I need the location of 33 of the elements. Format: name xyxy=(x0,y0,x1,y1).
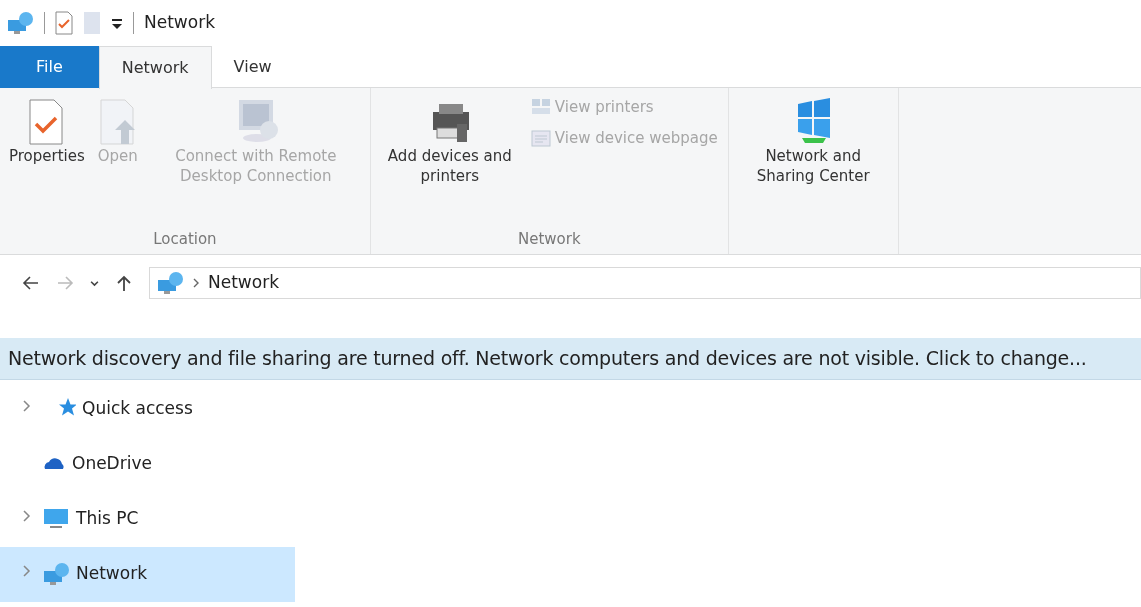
network-icon xyxy=(156,269,184,296)
expand-chevron-icon[interactable] xyxy=(22,399,32,414)
ribbon-button[interactable]: Network and Sharing Center xyxy=(734,94,892,191)
webpage-icon xyxy=(530,128,551,147)
window-title: Network xyxy=(144,11,215,35)
nav-pane-item[interactable]: Quick access xyxy=(0,381,295,437)
customize-dropdown-icon[interactable] xyxy=(111,16,123,30)
address-bar[interactable]: Network xyxy=(149,266,1141,299)
info-bar[interactable]: Network discovery and file sharing are turned off. Network computers and devices are not visible. Click to change... xyxy=(0,338,1141,380)
ribbon-button[interactable]: Properties xyxy=(6,94,88,171)
group-label: Network xyxy=(516,228,582,250)
chevron-down-icon xyxy=(90,280,99,287)
network-icon[interactable] xyxy=(6,10,34,36)
expand-chevron-icon[interactable] xyxy=(22,509,32,524)
forward-arrow-icon xyxy=(56,274,74,292)
back-arrow-icon xyxy=(22,274,40,292)
up-arrow-icon xyxy=(115,274,133,292)
up-button[interactable] xyxy=(115,273,133,292)
network-icon xyxy=(42,561,70,587)
nav-pane-item[interactable]: This PC xyxy=(0,491,295,547)
nav-pane-item[interactable]: Network xyxy=(0,546,295,602)
printer-grid-icon xyxy=(530,98,551,117)
expand-chevron-icon[interactable] xyxy=(22,564,32,579)
breadcrumb[interactable]: Network xyxy=(208,269,279,296)
group-label: Location xyxy=(152,228,218,250)
breadcrumb-chevron-icon xyxy=(192,276,200,289)
ribbon-tab[interactable]: View xyxy=(211,46,294,88)
file-menu-tab[interactable]: File xyxy=(0,46,99,88)
properties-icon[interactable] xyxy=(55,11,73,35)
nav-pane-item[interactable]: OneDrive xyxy=(0,436,295,492)
ribbon-button[interactable]: Add devices and printers xyxy=(376,94,523,191)
ribbon-tab[interactable]: Network xyxy=(98,46,212,89)
back-button[interactable] xyxy=(22,273,40,292)
